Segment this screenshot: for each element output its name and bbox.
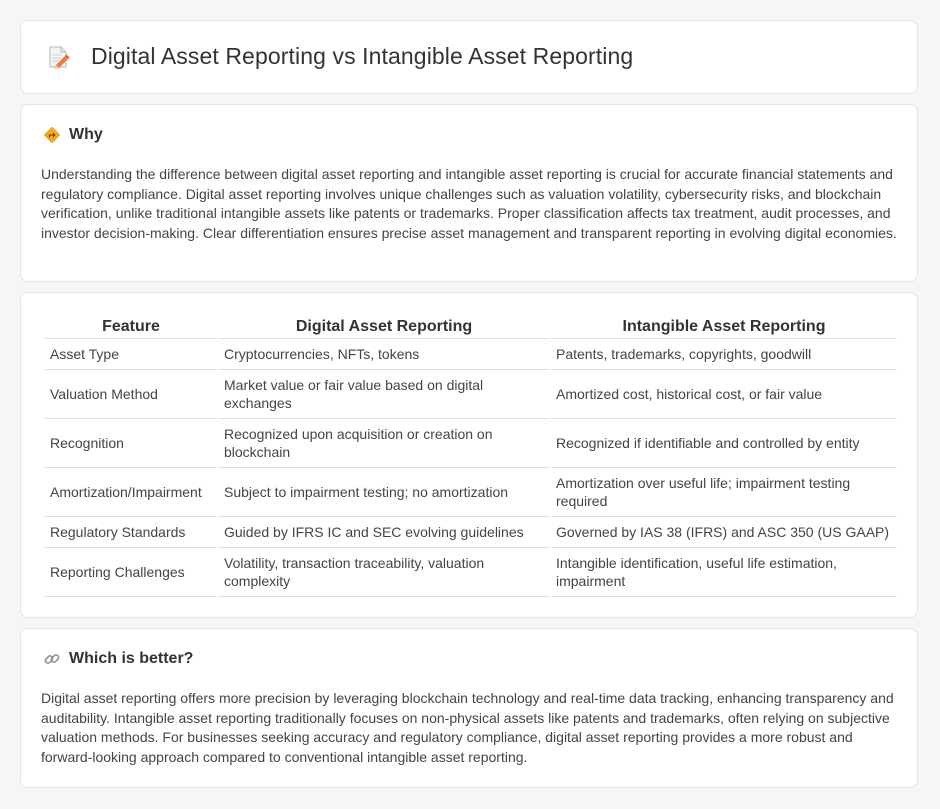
title-card: Digital Asset Reporting vs Intangible As… [20, 20, 918, 94]
column-header-intangible: Intangible Asset Reporting [551, 315, 897, 339]
why-section: Why Understanding the difference between… [20, 104, 918, 282]
table-row: Reporting Challenges Volatility, transac… [45, 548, 897, 597]
digital-cell: Guided by IFRS IC and SEC evolving guide… [219, 517, 549, 548]
why-heading-row: Why [43, 126, 103, 144]
comparison-section: Feature Digital Asset Reporting Intangib… [20, 292, 918, 618]
why-text: Understanding the difference between dig… [41, 166, 897, 241]
why-heading: Why [69, 126, 103, 143]
intangible-cell: Intangible identification, useful life e… [551, 548, 897, 597]
feature-cell: Recognition [45, 419, 217, 468]
digital-cell: Subject to impairment testing; no amorti… [219, 468, 549, 517]
intangible-cell: Amortized cost, historical cost, or fair… [551, 370, 897, 419]
comparison-table: Feature Digital Asset Reporting Intangib… [43, 315, 899, 597]
better-heading: Which is better? [69, 650, 194, 667]
better-heading-row: Which is better? [43, 650, 193, 668]
digital-cell: Market value or fair value based on digi… [219, 370, 549, 419]
column-header-digital: Digital Asset Reporting [219, 315, 549, 339]
better-text: Digital asset reporting offers more prec… [41, 690, 894, 765]
table-row: Amortization/Impairment Subject to impai… [45, 468, 897, 517]
table-row: Asset Type Cryptocurrencies, NFTs, token… [45, 339, 897, 370]
diamond-sign-icon [43, 126, 61, 144]
digital-cell: Recognized upon acquisition or creation … [219, 419, 549, 468]
which-better-section: Which is better? Digital asset reporting… [20, 628, 918, 788]
table-row: Recognition Recognized upon acquisition … [45, 419, 897, 468]
feature-cell: Amortization/Impairment [45, 468, 217, 517]
digital-cell: Cryptocurrencies, NFTs, tokens [219, 339, 549, 370]
document-pencil-icon [45, 44, 71, 70]
feature-cell: Regulatory Standards [45, 517, 217, 548]
feature-cell: Asset Type [45, 339, 217, 370]
intangible-cell: Recognized if identifiable and controlle… [551, 419, 897, 468]
table-header-row: Feature Digital Asset Reporting Intangib… [45, 315, 897, 339]
intangible-cell: Governed by IAS 38 (IFRS) and ASC 350 (U… [551, 517, 897, 548]
intangible-cell: Patents, trademarks, copyrights, goodwil… [551, 339, 897, 370]
table-row: Regulatory Standards Guided by IFRS IC a… [45, 517, 897, 548]
title-row: Digital Asset Reporting vs Intangible As… [45, 43, 633, 70]
intangible-cell: Amortization over useful life; impairmen… [551, 468, 897, 517]
digital-cell: Volatility, transaction traceability, va… [219, 548, 549, 597]
link-icon [43, 650, 61, 668]
column-header-feature: Feature [45, 315, 217, 339]
feature-cell: Reporting Challenges [45, 548, 217, 597]
page-title: Digital Asset Reporting vs Intangible As… [91, 43, 634, 69]
feature-cell: Valuation Method [45, 370, 217, 419]
table-row: Valuation Method Market value or fair va… [45, 370, 897, 419]
